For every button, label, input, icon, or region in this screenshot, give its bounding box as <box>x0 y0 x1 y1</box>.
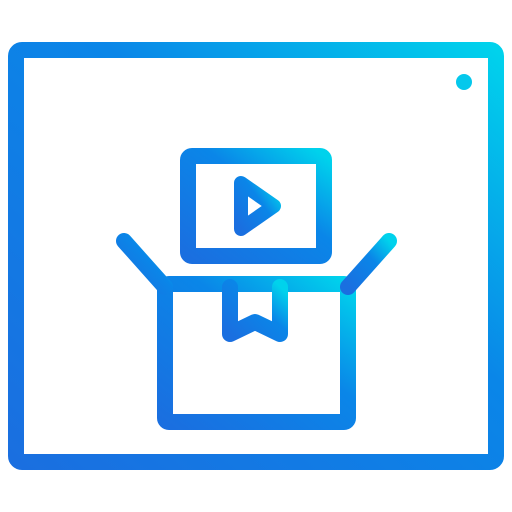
video-screen-icon <box>180 148 332 264</box>
browser-unboxing-video-icon <box>8 42 504 470</box>
play-icon <box>234 176 281 236</box>
box-tape-icon <box>222 279 288 342</box>
status-dot-icon <box>456 74 472 90</box>
box-flap-left <box>116 233 173 295</box>
icon-canvas <box>0 0 512 512</box>
box-flap-right <box>340 233 397 295</box>
